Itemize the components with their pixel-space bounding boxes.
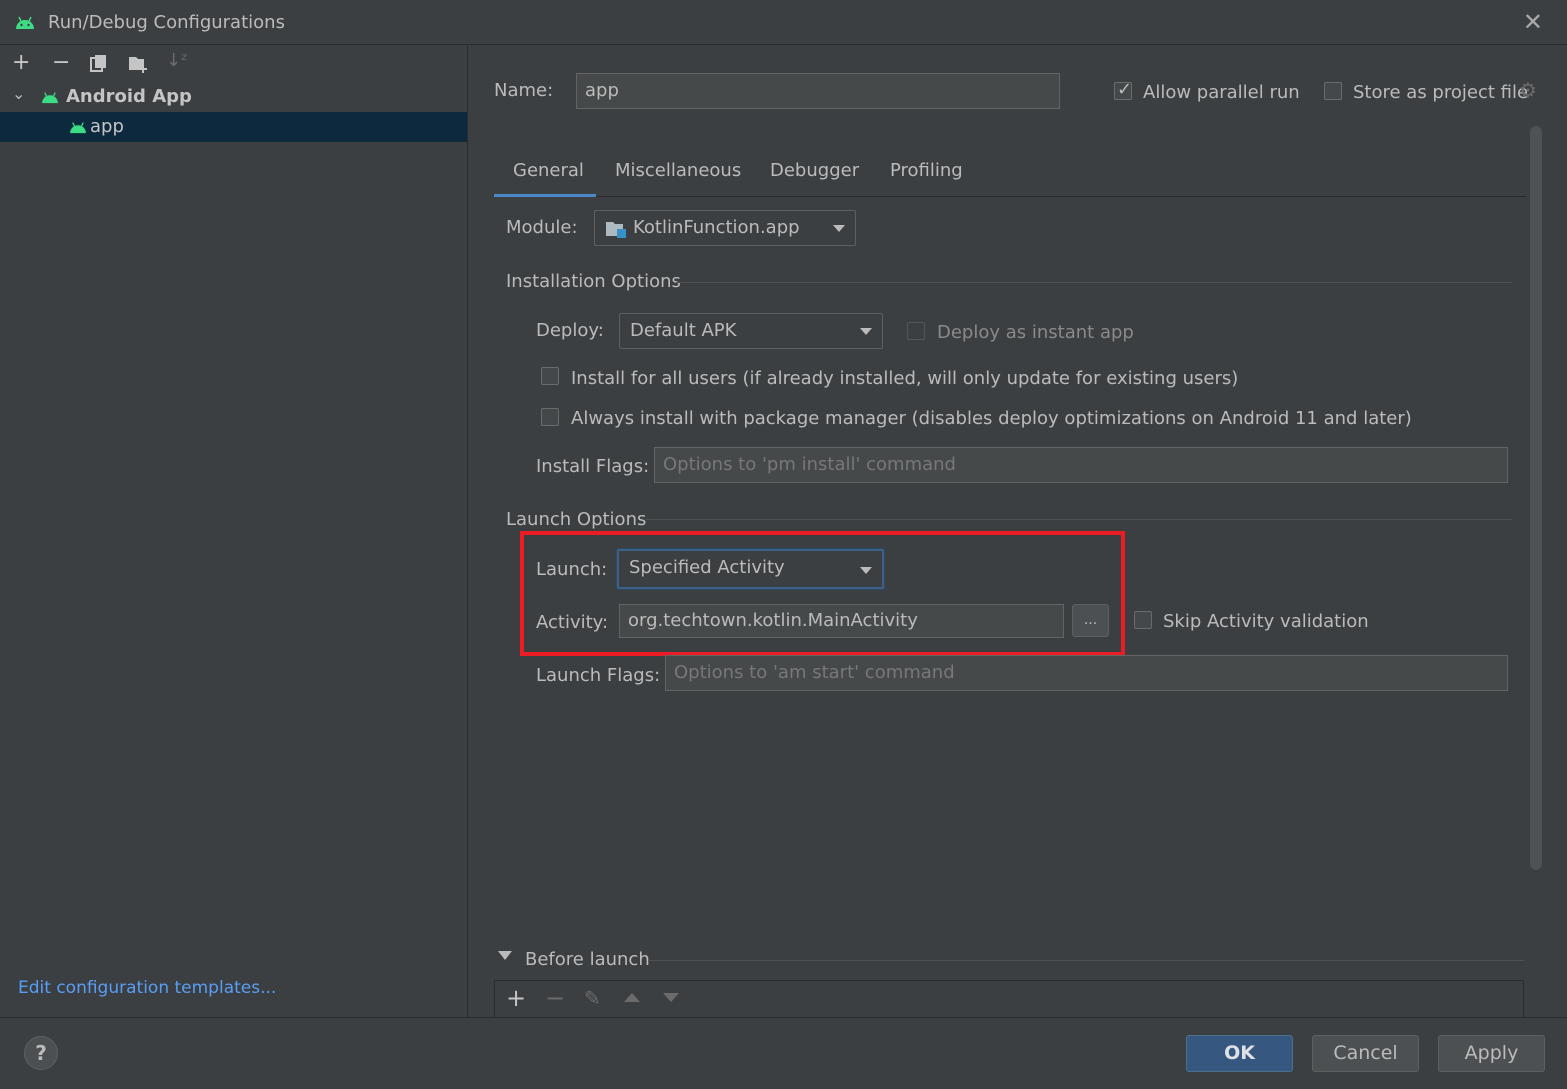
section-divider bbox=[646, 519, 1512, 520]
move-up-icon[interactable] bbox=[624, 993, 640, 1002]
tree-label: app bbox=[90, 116, 124, 137]
module-select[interactable]: KotlinFunction.app bbox=[594, 210, 856, 246]
collapse-triangle-icon[interactable] bbox=[498, 951, 512, 960]
chevron-down-icon bbox=[833, 225, 845, 232]
module-folder-icon bbox=[606, 222, 626, 238]
new-folder-icon[interactable] bbox=[128, 54, 150, 74]
tab-general[interactable]: General bbox=[513, 160, 584, 181]
tree-label: Android App bbox=[66, 86, 192, 107]
deploy-label: Deploy: bbox=[536, 320, 604, 341]
allow-parallel-checkbox[interactable]: ✓ bbox=[1114, 79, 1133, 100]
android-icon bbox=[16, 16, 34, 29]
chevron-down-icon[interactable]: ⌄ bbox=[12, 84, 25, 103]
before-launch-toolbar bbox=[494, 980, 1524, 1017]
tree-item-app[interactable]: app bbox=[0, 112, 467, 142]
install-flags-label: Install Flags: bbox=[536, 456, 650, 477]
deploy-instant-checkbox[interactable] bbox=[907, 322, 925, 340]
sort-icon[interactable]: ↓ᶻ bbox=[166, 50, 188, 71]
configuration-sidebar bbox=[0, 45, 468, 1017]
store-project-label: Store as project file bbox=[1353, 82, 1529, 103]
install-all-users-checkbox[interactable] bbox=[541, 367, 559, 385]
tab-miscellaneous[interactable]: Miscellaneous bbox=[615, 160, 741, 181]
ok-button[interactable]: OK bbox=[1186, 1035, 1293, 1072]
skip-validation-label: Skip Activity validation bbox=[1163, 611, 1369, 632]
always-install-pm-label: Always install with package manager (dis… bbox=[571, 408, 1412, 429]
section-divider bbox=[648, 960, 1524, 961]
apply-button[interactable]: Apply bbox=[1438, 1035, 1545, 1072]
tree-item-android-app[interactable]: ⌄ Android App bbox=[0, 82, 467, 112]
cancel-button[interactable]: Cancel bbox=[1312, 1035, 1419, 1072]
help-button[interactable]: ? bbox=[24, 1036, 58, 1070]
launch-flags-label: Launch Flags: bbox=[536, 665, 661, 686]
copy-icon[interactable] bbox=[90, 54, 108, 72]
module-value: KotlinFunction.app bbox=[633, 217, 800, 238]
skip-validation-checkbox[interactable] bbox=[1134, 611, 1152, 629]
name-field[interactable]: app bbox=[576, 73, 1060, 109]
highlight-annotation bbox=[520, 531, 1125, 656]
always-install-pm-checkbox[interactable] bbox=[541, 408, 559, 426]
install-flags-input[interactable]: Options to 'pm install' command bbox=[654, 447, 1508, 483]
android-icon bbox=[42, 92, 58, 104]
installation-options-heading: Installation Options bbox=[506, 271, 681, 292]
active-tab-indicator bbox=[494, 194, 596, 197]
tab-profiling[interactable]: Profiling bbox=[890, 160, 963, 181]
module-label: Module: bbox=[506, 217, 578, 238]
before-launch-heading: Before launch bbox=[525, 949, 650, 970]
title-bar: Run/Debug Configurations ✕ bbox=[0, 0, 1567, 45]
window-title: Run/Debug Configurations bbox=[48, 12, 285, 33]
deploy-instant-label: Deploy as instant app bbox=[937, 322, 1134, 343]
checkmark-icon: ✓ bbox=[1117, 79, 1133, 100]
edit-task-icon[interactable]: ✎ bbox=[584, 986, 601, 1010]
remove-icon[interactable]: − bbox=[52, 50, 70, 75]
scrollbar[interactable] bbox=[1530, 126, 1542, 870]
move-down-icon[interactable] bbox=[663, 993, 679, 1002]
deploy-value: Default APK bbox=[630, 320, 737, 341]
add-task-icon[interactable]: + bbox=[506, 984, 526, 1012]
launch-options-heading: Launch Options bbox=[506, 509, 647, 530]
chevron-down-icon bbox=[860, 328, 872, 335]
store-project-checkbox[interactable] bbox=[1324, 82, 1342, 100]
tab-divider bbox=[494, 196, 1526, 197]
allow-parallel-label: Allow parallel run bbox=[1143, 82, 1300, 103]
remove-task-icon[interactable]: − bbox=[545, 984, 565, 1012]
android-icon bbox=[70, 122, 86, 134]
deploy-select[interactable]: Default APK bbox=[619, 313, 883, 349]
tab-debugger[interactable]: Debugger bbox=[770, 160, 859, 181]
install-all-users-label: Install for all users (if already instal… bbox=[571, 368, 1239, 389]
add-icon[interactable]: + bbox=[12, 50, 30, 75]
name-label: Name: bbox=[494, 80, 554, 101]
launch-flags-input[interactable]: Options to 'am start' command bbox=[665, 655, 1508, 691]
section-divider bbox=[676, 282, 1512, 283]
edit-templates-link[interactable]: Edit configuration templates... bbox=[18, 978, 276, 998]
gear-icon[interactable]: ⚙ bbox=[1519, 78, 1537, 102]
close-icon[interactable]: ✕ bbox=[1523, 8, 1543, 36]
